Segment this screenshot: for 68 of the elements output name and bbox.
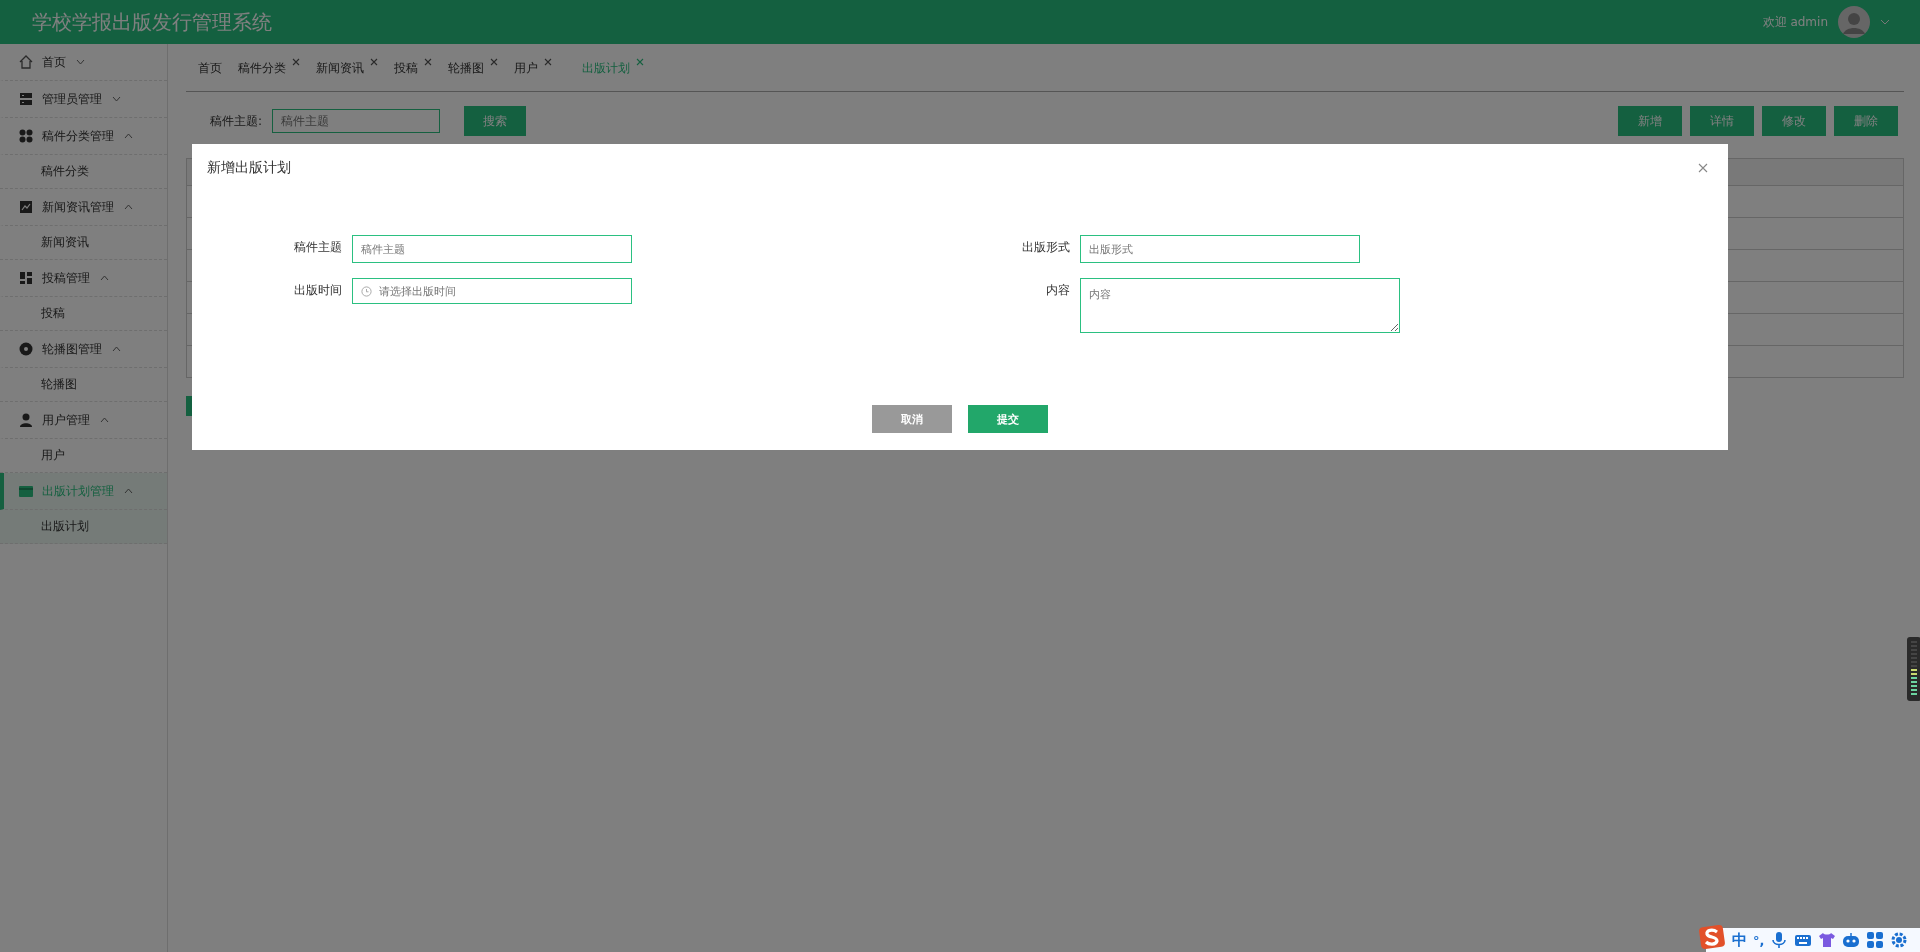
close-icon [370,58,378,66]
sidebar-menu-item[interactable]: 用户管理 [0,402,167,439]
dashboard-icon [18,270,34,286]
welcome-text: 欢迎 admin [1762,13,1828,31]
close-icon [636,58,644,66]
text-field[interactable]: 出版形式 [1080,235,1360,263]
field-label: 出版形式 [1021,239,1070,256]
tab[interactable]: 投稿 [394,60,432,77]
punctuation-toggle[interactable]: °, [1753,932,1765,948]
avatar-icon [1838,6,1870,38]
close-icon [424,58,432,66]
field-label: 内容 [1045,282,1070,299]
close-icon [490,58,498,66]
sidebar-submenu-item[interactable]: 新闻资讯 [0,226,167,260]
close-icon [292,58,300,66]
dialog-title: 新增出版计划 [207,159,291,177]
tab[interactable]: 稿件分类 [238,60,300,77]
chevron-up-icon [124,133,133,139]
search-label: 稿件主题: [210,112,263,130]
tab[interactable]: 轮播图 [448,60,498,77]
tab[interactable]: 新闻资讯 [316,60,378,77]
close-icon [544,58,552,66]
chevron-up-icon [100,417,109,423]
cancel-button[interactable]: 取消 [872,405,952,433]
sidebar-submenu-item[interactable]: 稿件分类 [0,155,167,189]
field-label: 出版时间 [293,282,342,299]
chevron-up-icon [100,275,109,281]
app-title: 学校学报出版发行管理系统 [32,8,272,36]
tab[interactable]: 首页 [198,60,222,77]
chevron-up-icon [124,204,133,210]
chevron-up-icon [112,346,121,352]
sidebar-menu-item[interactable]: 轮播图管理 [0,331,167,368]
sidebar-submenu-item[interactable]: 轮播图 [0,368,167,402]
gear-icon [1890,931,1909,949]
field-label: 稿件主题 [293,239,342,256]
disc-icon [18,341,34,357]
sidebar-menu-item[interactable]: 首页 [0,44,167,81]
robot-icon [1842,931,1861,949]
sidebar-menu-item[interactable]: 管理员管理 [0,81,167,118]
sidebar-menu-item[interactable]: 投稿管理 [0,260,167,297]
wallet-icon [18,483,34,499]
chevron-down-icon [112,96,121,102]
text-field[interactable]: 稿件主题 [352,235,632,263]
tab[interactable]: 用户 [514,60,552,77]
clock-icon [361,286,372,297]
sidebar-menu-item[interactable]: 新闻资讯管理 [0,189,167,226]
chevron-up-icon [124,488,133,494]
sidebar-submenu-item[interactable]: 投稿 [0,297,167,331]
sidebar-submenu-item[interactable]: 出版计划 [0,510,167,544]
date-field[interactable]: 请选择出版时间 [352,278,632,304]
server-icon [18,91,34,107]
image-icon [18,199,34,215]
shirt-icon [1818,931,1837,949]
level-meter-icon [1907,637,1920,701]
user-icon [18,412,34,428]
apps-icon [1866,931,1885,949]
home-icon [18,54,34,70]
submit-button[interactable]: 提交 [968,405,1048,433]
search-field[interactable]: 稿件主题 [272,109,441,133]
sidebar-menu-item[interactable]: 稿件分类管理 [0,118,167,155]
close-button[interactable] [1696,161,1710,175]
input-mode-toggle[interactable]: 中 [1732,930,1747,950]
chevron-down-icon [76,59,85,65]
close-icon [1698,163,1708,173]
grid-icon [18,128,34,144]
microphone-icon [1770,931,1789,949]
content-textarea[interactable]: 内容 [1080,278,1400,333]
chevron-down-icon [1880,19,1890,25]
